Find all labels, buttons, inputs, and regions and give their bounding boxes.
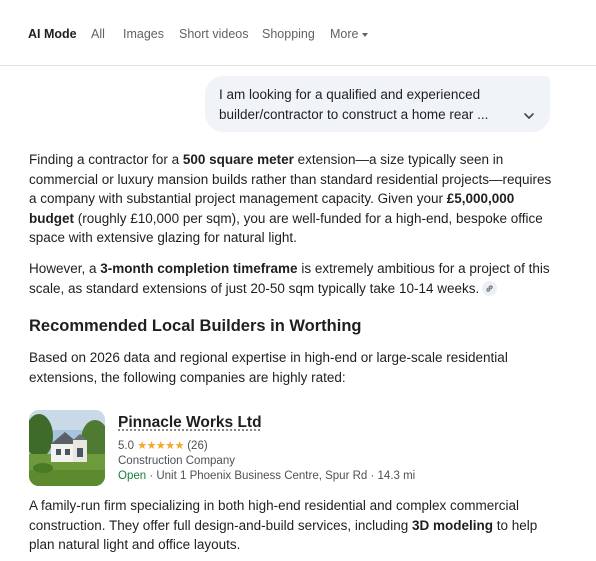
chevron-down-icon[interactable] bbox=[522, 109, 536, 123]
business-rating-row: 5.0 ★★★★★ (26) bbox=[118, 439, 208, 452]
bold-text: 3-month completion timeframe bbox=[100, 261, 298, 276]
business-thumbnail[interactable] bbox=[29, 410, 105, 486]
bold-text: 3D modeling bbox=[411, 517, 493, 533]
star-rating-icon: ★★★★★ bbox=[137, 440, 185, 452]
caret-down-icon bbox=[362, 32, 369, 37]
query-line-2: builder/contractor to construct a home r… bbox=[219, 107, 489, 122]
house-photo-image bbox=[29, 410, 105, 486]
tab-all[interactable]: All bbox=[91, 27, 105, 41]
rating-value: 5.0 bbox=[118, 440, 134, 452]
tab-ai-mode[interactable]: AI Mode bbox=[28, 27, 77, 41]
answer-paragraph-3: Based on 2026 data and regional expertis… bbox=[29, 350, 508, 385]
text: (roughly £10,000 per sqm), you are well-… bbox=[29, 210, 543, 246]
tab-images[interactable]: Images bbox=[123, 27, 164, 41]
tab-short-videos[interactable]: Short videos bbox=[179, 27, 248, 41]
bold-text: 500 square meter bbox=[182, 152, 294, 167]
business-name-link[interactable]: Pinnacle Works Ltd bbox=[118, 414, 262, 432]
answer-paragraph-2: However, a 3-month completion timeframe … bbox=[29, 259, 559, 298]
tab-shopping[interactable]: Shopping bbox=[262, 27, 315, 41]
section-heading: Recommended Local Builders in Worthing bbox=[29, 317, 362, 335]
business-address: · Unit 1 Phoenix Business Centre, Spur R… bbox=[146, 470, 416, 482]
user-query-bubble: I am looking for a qualified and experie… bbox=[205, 76, 550, 132]
search-mode-tabs: AI Mode All Images Short videos Shopping… bbox=[0, 0, 596, 66]
tab-more[interactable]: More bbox=[330, 27, 369, 41]
business-status-row: Open · Unit 1 Phoenix Business Centre, S… bbox=[118, 470, 415, 482]
review-count: (26) bbox=[187, 440, 208, 452]
text: Finding a contractor for a bbox=[29, 152, 183, 167]
tab-more-label: More bbox=[330, 27, 359, 41]
source-link-button[interactable] bbox=[482, 281, 498, 297]
answer-paragraph-1: Finding a contractor for a 500 square me… bbox=[29, 150, 559, 248]
business-description: A family-run firm specializing in both h… bbox=[29, 496, 559, 555]
query-line-1: I am looking for a qualified and experie… bbox=[219, 87, 481, 102]
text: However, a bbox=[29, 261, 101, 276]
business-category: Construction Company bbox=[118, 455, 235, 467]
open-status: Open bbox=[118, 470, 147, 482]
link-icon bbox=[486, 285, 493, 293]
